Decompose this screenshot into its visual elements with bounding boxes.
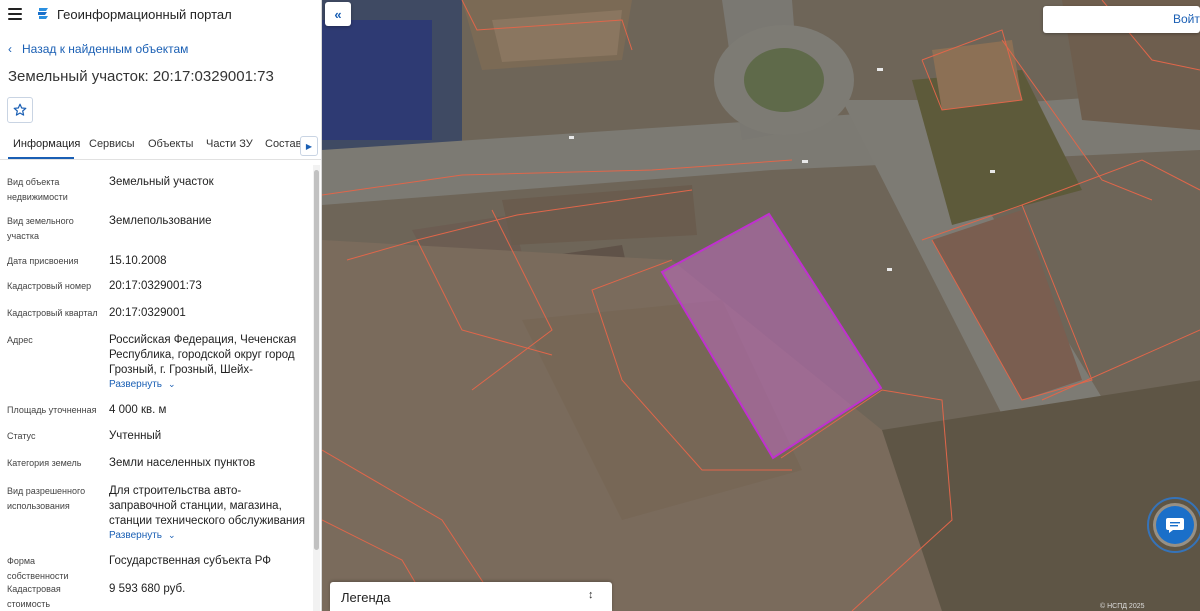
expand-label: Развернуть: [109, 379, 163, 390]
chevron-right-icon: ▶: [305, 141, 313, 151]
legend-label: Легенда: [341, 590, 391, 605]
attribute-label: Категория земель: [7, 458, 82, 468]
tab-composition[interactable]: Состав: [265, 138, 300, 150]
menu-icon[interactable]: [8, 8, 22, 20]
back-link-label: Назад к найденным объектам: [22, 42, 189, 56]
chat-button[interactable]: [1156, 506, 1194, 544]
legend-panel[interactable]: Легенда ↕: [330, 582, 612, 611]
map-copyright: © НСПД 2025: [1100, 603, 1145, 610]
login-button[interactable]: Войти: [1043, 6, 1200, 33]
chevron-down-icon: ⌄: [168, 530, 176, 540]
portal-title[interactable]: Геоинформационный портал: [57, 7, 232, 22]
top-bar: Геоинформационный портал: [0, 0, 321, 30]
attribute-value: 20:17:0329001:73: [109, 280, 202, 292]
expand-usage-link[interactable]: Развернуть ⌄: [109, 530, 176, 541]
attribute-label: Площадь уточненная: [7, 405, 97, 415]
attribute-label: Форма собственности: [7, 556, 69, 581]
attribute-value: Землепользование: [109, 215, 212, 227]
attribute-label: Статус: [7, 431, 36, 441]
tab-bar: Информация Сервисы Объекты Части ЗУ Сост…: [0, 132, 321, 160]
attribute-value: Государственная субъекта РФ: [109, 555, 271, 567]
portal-logo-icon[interactable]: [36, 7, 50, 21]
attribute-value: Земельный участок: [109, 176, 214, 188]
tabs-scroll-right-button[interactable]: ▶: [300, 136, 318, 156]
attribute-value: Для строительства авто-заправочной станц…: [109, 485, 305, 527]
tab-parts[interactable]: Части ЗУ: [206, 138, 253, 150]
active-tab-indicator: [8, 157, 74, 159]
back-to-results-link[interactable]: ‹ Назад к найденным объектам: [8, 42, 188, 56]
favorite-button[interactable]: [7, 97, 33, 123]
attribute-value: Земли населенных пунктов: [109, 457, 256, 469]
attributes-list: Вид объекта недвижимости Земельный участ…: [0, 165, 312, 611]
attribute-label: Кадастровая стоимость: [7, 584, 61, 609]
sort-arrows-icon: ↕: [588, 589, 594, 601]
attribute-label: Вид объекта недвижимости: [7, 177, 68, 202]
attribute-label: Вид разрешенного использования: [7, 486, 86, 511]
attribute-value: 4 000 кв. м: [109, 404, 167, 416]
expand-address-link[interactable]: Развернуть ⌄: [109, 379, 176, 390]
double-chevron-left-icon: «: [334, 6, 342, 22]
expand-label: Развернуть: [109, 530, 163, 541]
tab-information[interactable]: Информация: [13, 138, 80, 150]
attribute-value: Российская Федерация, Чеченская Республи…: [109, 334, 297, 376]
chevron-down-icon: ⌄: [168, 379, 176, 389]
attribute-label: Адрес: [7, 335, 33, 345]
object-title: Земельный участок: 20:17:0329001:73: [8, 68, 274, 85]
tab-services[interactable]: Сервисы: [89, 138, 135, 150]
attribute-label: Кадастровый квартал: [7, 308, 98, 318]
chat-icon: [1166, 518, 1184, 533]
attribute-label: Дата присвоения: [7, 256, 79, 266]
satellite-map[interactable]: [322, 0, 1200, 611]
map-view[interactable]: © НСПД 2025: [322, 0, 1200, 611]
info-panel: Геоинформационный портал ‹ Назад к найде…: [0, 0, 322, 611]
attribute-value: 20:17:0329001: [109, 307, 186, 319]
tab-objects[interactable]: Объекты: [148, 138, 193, 150]
star-icon: [13, 103, 27, 116]
attribute-value: 9 593 680 руб.: [109, 583, 186, 595]
panel-scrollbar-thumb[interactable]: [314, 170, 319, 550]
attribute-label: Кадастровый номер: [7, 281, 92, 291]
collapse-panel-button[interactable]: «: [325, 2, 351, 26]
chevron-left-icon: ‹: [8, 42, 12, 56]
attribute-value: 15.10.2008: [109, 255, 167, 267]
attribute-value: Учтенный: [109, 430, 162, 442]
attribute-label: Вид земельного участка: [7, 216, 74, 241]
